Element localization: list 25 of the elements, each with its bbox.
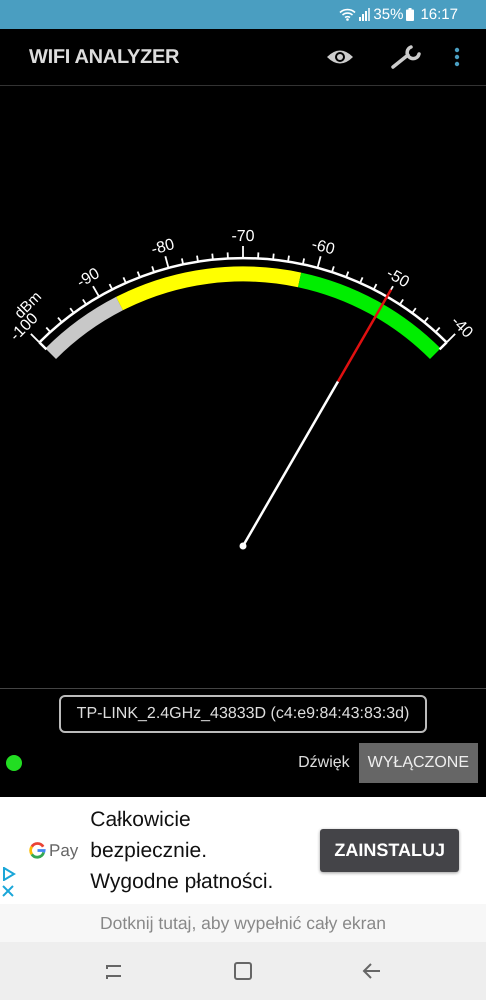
signal-icon bbox=[359, 8, 370, 21]
brand-name: Pay bbox=[49, 840, 78, 860]
scale-label: -80 bbox=[150, 236, 176, 258]
sound-toggle-button[interactable]: WYŁĄCZONE bbox=[358, 743, 478, 783]
scale-label: -60 bbox=[310, 236, 336, 258]
eye-icon[interactable] bbox=[326, 48, 354, 66]
wifi-icon bbox=[339, 8, 356, 21]
menu-icon[interactable] bbox=[454, 47, 460, 67]
battery-icon bbox=[406, 8, 414, 21]
home-icon[interactable] bbox=[232, 960, 254, 982]
install-button[interactable]: ZAINSTALUJ bbox=[320, 829, 459, 872]
scale-label: -90 bbox=[74, 265, 103, 292]
scale-label: -50 bbox=[383, 265, 412, 292]
scale-label: -70 bbox=[231, 228, 255, 246]
close-icon[interactable] bbox=[2, 885, 14, 897]
battery-percent: 35% bbox=[373, 6, 404, 23]
clock: 16:17 bbox=[420, 6, 458, 23]
ad-choices-icon[interactable] bbox=[2, 867, 16, 881]
sound-label: Dźwięk bbox=[298, 754, 350, 772]
app-title: WIFI ANALYZER bbox=[29, 46, 180, 68]
wrench-icon[interactable] bbox=[390, 44, 424, 70]
network-name-field[interactable]: TP-LINK_2.4GHz_43833D (c4:e9:84:43:83:3d) bbox=[58, 695, 428, 733]
scale-label: -40 bbox=[448, 313, 476, 342]
g-logo-icon bbox=[29, 842, 46, 859]
ad-headline: Całkowicie bezpiecznie. Wygodne płatności. bbox=[90, 807, 274, 895]
